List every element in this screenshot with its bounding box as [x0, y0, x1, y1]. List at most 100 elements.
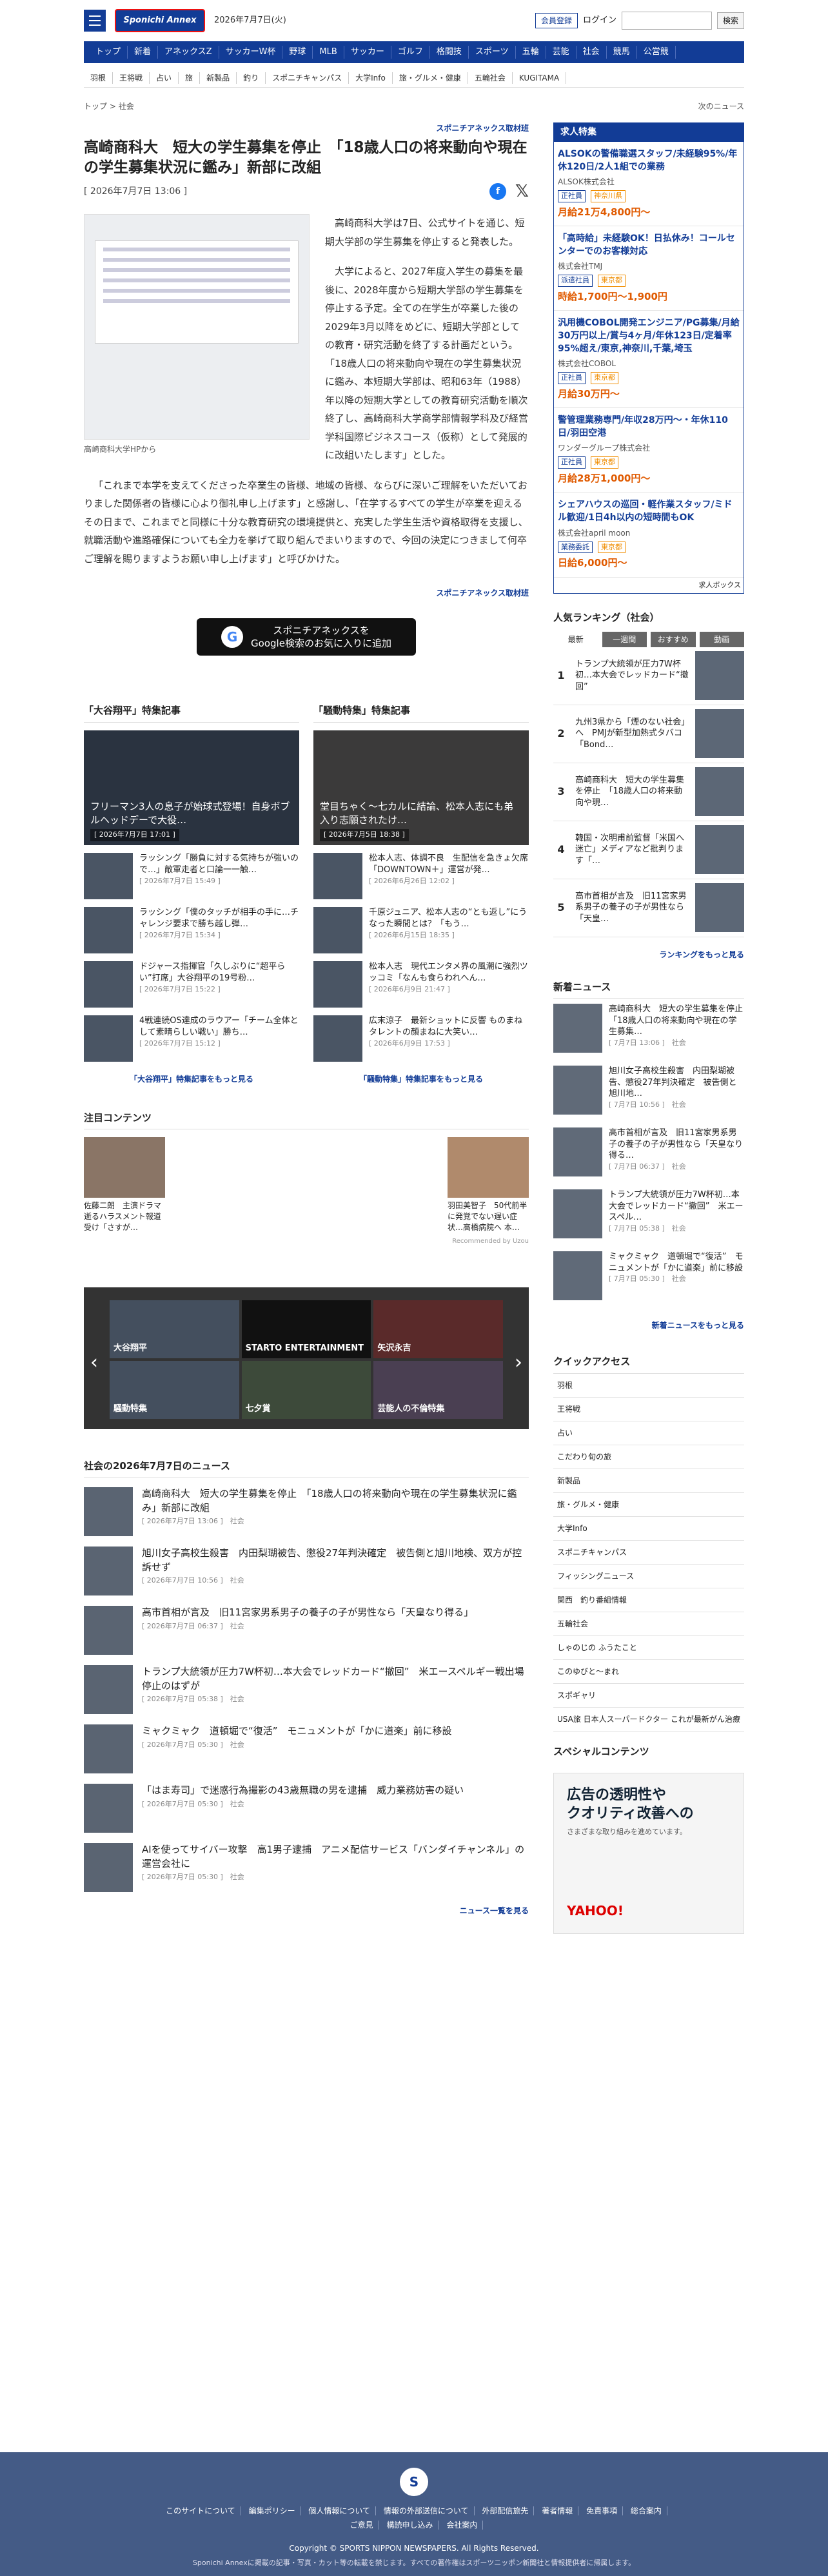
subnav-item[interactable]: 羽根: [84, 72, 113, 84]
subnav-item[interactable]: 新製品: [200, 72, 237, 84]
quick-item[interactable]: フィッシングニュース: [553, 1565, 744, 1588]
footer-link[interactable]: このサイトについて: [161, 2506, 241, 2515]
list-item[interactable]: 高崎商科大 短大の学生募集を停止 「18歳人口の将来動向や現在の学生募集…[ 7…: [553, 1004, 751, 1060]
quick-item[interactable]: 五輪社会: [553, 1612, 744, 1636]
chevron-right-icon[interactable]: ›: [515, 1348, 522, 1377]
hamburger-menu-icon[interactable]: [84, 10, 106, 32]
list-item[interactable]: トランプ大統領が圧力7W杯初…本大会でレッドカード“撤回” 米エースペルギー戦出…: [84, 1664, 529, 1715]
list-item[interactable]: 高市首相が言及 旧11宮家男系男子の養子の子が男性なら「天皇なり得る…[ 7月7…: [553, 1127, 744, 1184]
footer-link[interactable]: 構読申し込み: [381, 2521, 439, 2530]
latest-more-link[interactable]: 新着ニュースをもっと見る: [553, 1320, 744, 1331]
list-item[interactable]: 広末涼子 最新ショットに反響 ものまねタレントの顔まねに大笑い… [ 2026年6…: [313, 1015, 529, 1062]
nav-item[interactable]: トップ: [89, 46, 128, 59]
next-news-link[interactable]: 次のニュース: [698, 101, 744, 112]
list-item[interactable]: 高崎商科大 短大の学生募集を停止 「18歳人口の将来動向や現在の学生募集状況に鑑…: [84, 1487, 529, 1537]
search-button[interactable]: 検索: [716, 12, 744, 29]
quick-item[interactable]: スポギャリ: [553, 1684, 744, 1708]
article-image[interactable]: [84, 214, 310, 440]
ranking-item[interactable]: 5 高市首相が言及 旧11宮家男系男子の養子の子が男性なら「天皇…: [553, 879, 744, 937]
tab-week[interactable]: 一週間: [602, 631, 647, 647]
breadcrumb-top[interactable]: トップ: [84, 102, 107, 111]
tab-recommend[interactable]: おすすめ: [651, 631, 696, 647]
tab-latest[interactable]: 最新: [553, 631, 598, 647]
nav-item[interactable]: MLB: [313, 46, 344, 59]
subnav-item[interactable]: 大学Info: [349, 72, 393, 84]
facebook-icon[interactable]: f: [489, 183, 507, 200]
subnav-item[interactable]: 占い: [150, 72, 179, 84]
x-icon[interactable]: 𝕏: [515, 183, 529, 200]
job-item[interactable]: 警管理業務専門/年収28万円～・年休110日/羽田空港 ワンダーグループ株式会社正…: [554, 408, 744, 493]
nav-item[interactable]: 社会: [577, 46, 607, 59]
subnav-item[interactable]: 旅: [179, 72, 201, 84]
ranking-item[interactable]: 1 トランプ大統領が圧力7W杯初…本大会でレッドカード“撤回”: [553, 647, 744, 705]
breadcrumb-current[interactable]: 社会: [119, 102, 134, 111]
footer-link[interactable]: ご意見: [344, 2521, 379, 2530]
nav-item[interactable]: 芸能: [546, 46, 577, 59]
quick-item[interactable]: こだわり旬の旅: [553, 1445, 744, 1469]
list-item[interactable]: ラッシング「僕のタッチが相手の手に…チャレンジ要求で勝ち越し弾…[ 2026年7…: [84, 906, 299, 953]
footer-link[interactable]: 著者情報: [537, 2506, 579, 2515]
google-favorite-button[interactable]: G スポニチアネックスを Google検索のお気に入りに追加: [197, 618, 416, 656]
banner-tile[interactable]: 騒動特集: [110, 1361, 239, 1420]
list-item[interactable]: 松本人志 現代エンタメ界の風潮に強烈ツッコミ「なんも食らわれへん…[ 2026年…: [313, 961, 529, 1008]
subnav-item[interactable]: 王将戦: [113, 72, 150, 84]
nav-item[interactable]: スポーツ: [469, 46, 516, 59]
member-register-button[interactable]: 会員登録: [535, 13, 578, 28]
banner-tile[interactable]: 矢沢永吉: [373, 1300, 503, 1359]
ranking-item[interactable]: 4 韓国・次明甫前監督「米国へ迷亡」メディアなど批判ります「…: [553, 821, 744, 879]
list-item[interactable]: ミャクミャク 道頓堀で“復活” モニュメントが「かに道楽」前に移設 [ 2026年…: [84, 1724, 529, 1775]
nav-item[interactable]: 新着: [128, 46, 159, 59]
list-item[interactable]: 「はま寿司」で迷惑行為撮影の43歳無職の男を逮捕 威力業務妨害の疑い [ 2026…: [84, 1783, 529, 1834]
list-item[interactable]: AIを使ってサイバー攻撃 高1男子逮捕 アニメ配信サービス「バンダイチャンネル」…: [84, 1842, 529, 1893]
site-logo[interactable]: Sponichi Annex: [115, 9, 205, 32]
footer-link[interactable]: 免責事項: [581, 2506, 624, 2515]
footer-link[interactable]: 会社案内: [441, 2521, 484, 2530]
footer-link[interactable]: 情報の外部送信について: [378, 2506, 475, 2515]
banner-tile[interactable]: STARTO ENTERTAINMENT: [241, 1300, 371, 1359]
list-item[interactable]: 高市首相が言及 旧11宮家男系男子の養子の子が男性なら「天皇なり得る」 [ 202…: [84, 1605, 529, 1656]
job-item[interactable]: 汎用機COBOL開発エンジニア/PG募集/月給30万円以上/賞与4ヶ月/年休12…: [554, 311, 744, 409]
attention-item[interactable]: 佐藤二朗 主演ドラマ逝るハラスメント報道受け「さすが…: [84, 1137, 165, 1233]
list-item[interactable]: ミャクミャク 道頓堀で“復活” モニュメントが「かに道楽」前に移設[ 7月7日 …: [553, 1251, 744, 1308]
nav-item[interactable]: サッカー: [344, 46, 391, 59]
footer-link[interactable]: 外部配信旅先: [477, 2506, 535, 2515]
list-item[interactable]: ドジャース指揮官「久しぶりに“超平らい”打席」大谷翔平の19号粉…[ 2026年…: [84, 961, 299, 1008]
news-list-more-link[interactable]: ニュース一覧を見る: [84, 1905, 529, 1917]
nav-item[interactable]: 競馬: [607, 46, 637, 59]
banner-tile[interactable]: 大谷翔平: [110, 1300, 239, 1359]
list-item[interactable]: 松本人志、体調不良 生配信を急きょ欠席「DOWNTOWN＋」運営が発…[ 202…: [313, 852, 529, 899]
subnav-item[interactable]: 五輪社会: [468, 72, 513, 84]
quick-item[interactable]: スポニチキャンパス: [553, 1541, 744, 1565]
footer-link[interactable]: 総合案内: [625, 2506, 667, 2515]
list-item[interactable]: 旭川女子高校生殺害 内田梨瑚被告、懲役27年判決確定 被告側と旭川地…[ 7月7…: [553, 1066, 744, 1122]
ranking-item[interactable]: 3 高崎商科大 短大の学生募集を停止 「18歳人口の将来動向や現…: [553, 763, 744, 821]
subnav-item[interactable]: 旅・グルメ・健康: [393, 72, 468, 84]
quick-item[interactable]: 占い: [553, 1421, 744, 1445]
ranking-more-link[interactable]: ランキングをもっと見る: [553, 949, 744, 961]
footer-link[interactable]: 個人情報について: [303, 2506, 377, 2515]
subnav-item[interactable]: スポニチキャンパス: [266, 72, 350, 84]
attention-item[interactable]: 羽田美智子 50代前半に発覚でない遅い症状…高橋病院へ 本…: [448, 1137, 529, 1233]
list-item[interactable]: 4戦連続OS達成のラウアー「チーム全体として素晴らしい戦い」勝ち… [ 2026年…: [84, 1015, 299, 1062]
quick-item[interactable]: 旅・グルメ・健康: [553, 1493, 744, 1517]
feature-hero[interactable]: 堂目ちゃく～七カルに結論、松本人志にも弟入り志願されたけ… [ 2026年7月5…: [313, 730, 529, 845]
section-title[interactable]: 「大谷翔平」特集記事: [84, 703, 299, 723]
chevron-left-icon[interactable]: ‹: [90, 1348, 98, 1377]
nav-item[interactable]: 公営競: [637, 46, 676, 59]
nav-item[interactable]: ゴルフ: [391, 46, 430, 59]
quick-item[interactable]: 羽根: [553, 1374, 744, 1398]
recommended-by[interactable]: Recommended by Uzou: [84, 1236, 529, 1246]
list-item[interactable]: 千原ジュニア、松本人志の“とも返し”にうなった瞬間とは？「もう…[ 2026年6…: [313, 906, 529, 953]
footer-link[interactable]: 編集ポリシー: [243, 2506, 301, 2515]
nav-item[interactable]: アネックスZ: [158, 46, 219, 59]
quick-item[interactable]: 関西 釣り番組情報: [553, 1588, 744, 1612]
nav-item[interactable]: サッカーW杯: [219, 46, 283, 59]
list-item[interactable]: トランプ大統領が圧力7W杯初…本大会でレッドカード“撤回” 米エースペル…[ 7…: [553, 1189, 744, 1246]
quick-item[interactable]: 新製品: [553, 1469, 744, 1493]
subnav-item[interactable]: KUGITAMA: [513, 72, 567, 84]
section-title[interactable]: 「騒動特集」特集記事: [313, 703, 529, 723]
banner-tile[interactable]: 芸能人の不倫特集: [373, 1361, 503, 1420]
list-item[interactable]: 旭川女子高校生殺害 内田梨瑚被告、懲役27年判決確定 被告側と旭川地検、双方が控…: [84, 1546, 529, 1597]
footer-logo[interactable]: S: [400, 2468, 428, 2496]
banner-tile[interactable]: 七夕賞: [241, 1361, 371, 1420]
